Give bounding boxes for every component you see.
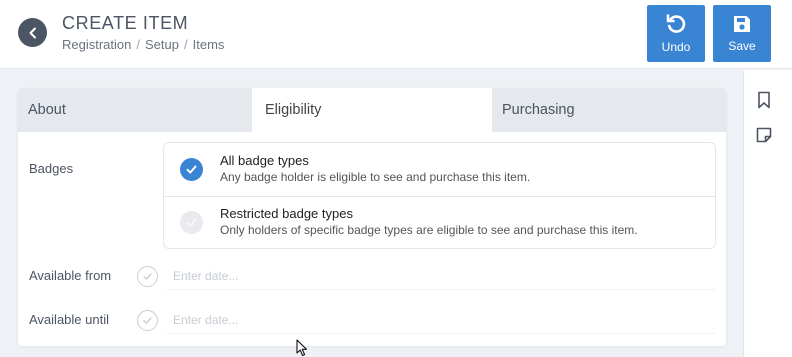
available-from-row: Available from [18, 256, 726, 296]
breadcrumb-separator: / [136, 37, 140, 52]
option-title: All badge types [220, 153, 309, 168]
floppy-disk-icon [734, 16, 750, 32]
item-form-card: About Eligibility Purchasing Badges All … [18, 88, 726, 346]
page-title: CREATE ITEM [62, 13, 189, 33]
badge-options: All badge types Any badge holder is elig… [163, 142, 716, 249]
note-icon[interactable] [754, 125, 774, 145]
back-button[interactable] [18, 18, 47, 47]
tab-eligibility[interactable]: Eligibility [255, 88, 488, 132]
unselected-check-icon[interactable] [180, 211, 203, 234]
breadcrumb-item-registration[interactable]: Registration [62, 37, 131, 52]
badges-label: Badges [29, 161, 74, 176]
available-from-label: Available from [29, 268, 112, 283]
breadcrumb-item-setup[interactable]: Setup [145, 37, 179, 52]
breadcrumb-separator: / [183, 37, 188, 52]
right-rail [743, 70, 792, 357]
checkmark-icon [143, 273, 152, 280]
tab-purchasing[interactable]: Purchasing [492, 88, 726, 132]
option-restricted-badge-types[interactable]: Restricted badge types Only holders of s… [164, 196, 715, 249]
save-button[interactable]: Save [713, 5, 771, 62]
breadcrumb: Registration / Setup / Items [62, 37, 224, 52]
tab-bar: About Eligibility Purchasing [18, 88, 726, 132]
undo-button[interactable]: Undo [647, 5, 705, 62]
checkmark-icon [143, 317, 152, 324]
mouse-cursor-icon [296, 339, 308, 357]
chevron-left-icon [29, 27, 36, 38]
undo-icon [666, 14, 686, 33]
tab-about[interactable]: About [18, 88, 252, 132]
checkmark-icon [186, 165, 197, 174]
available-until-label: Available until [29, 312, 109, 327]
option-all-badge-types[interactable]: All badge types Any badge holder is elig… [164, 143, 715, 196]
undo-label: Undo [661, 40, 691, 54]
available-from-toggle[interactable] [137, 266, 158, 287]
option-description: Any badge holder is eligible to see and … [220, 170, 531, 184]
page-header: CREATE ITEM Registration / Setup / Items Und… [0, 0, 792, 69]
breadcrumb-item-items: Items [192, 37, 225, 52]
selected-check-icon[interactable] [180, 158, 203, 181]
option-title: Restricted badge types [220, 206, 353, 221]
available-until-row: Available until [18, 300, 726, 340]
save-label: Save [728, 39, 756, 53]
checkmark-icon [186, 218, 197, 227]
available-until-input[interactable] [166, 306, 716, 334]
available-from-input[interactable] [166, 262, 716, 290]
bookmark-icon[interactable] [754, 90, 774, 110]
option-description: Only holders of specific badge types are… [220, 223, 638, 237]
available-until-toggle[interactable] [137, 310, 158, 331]
